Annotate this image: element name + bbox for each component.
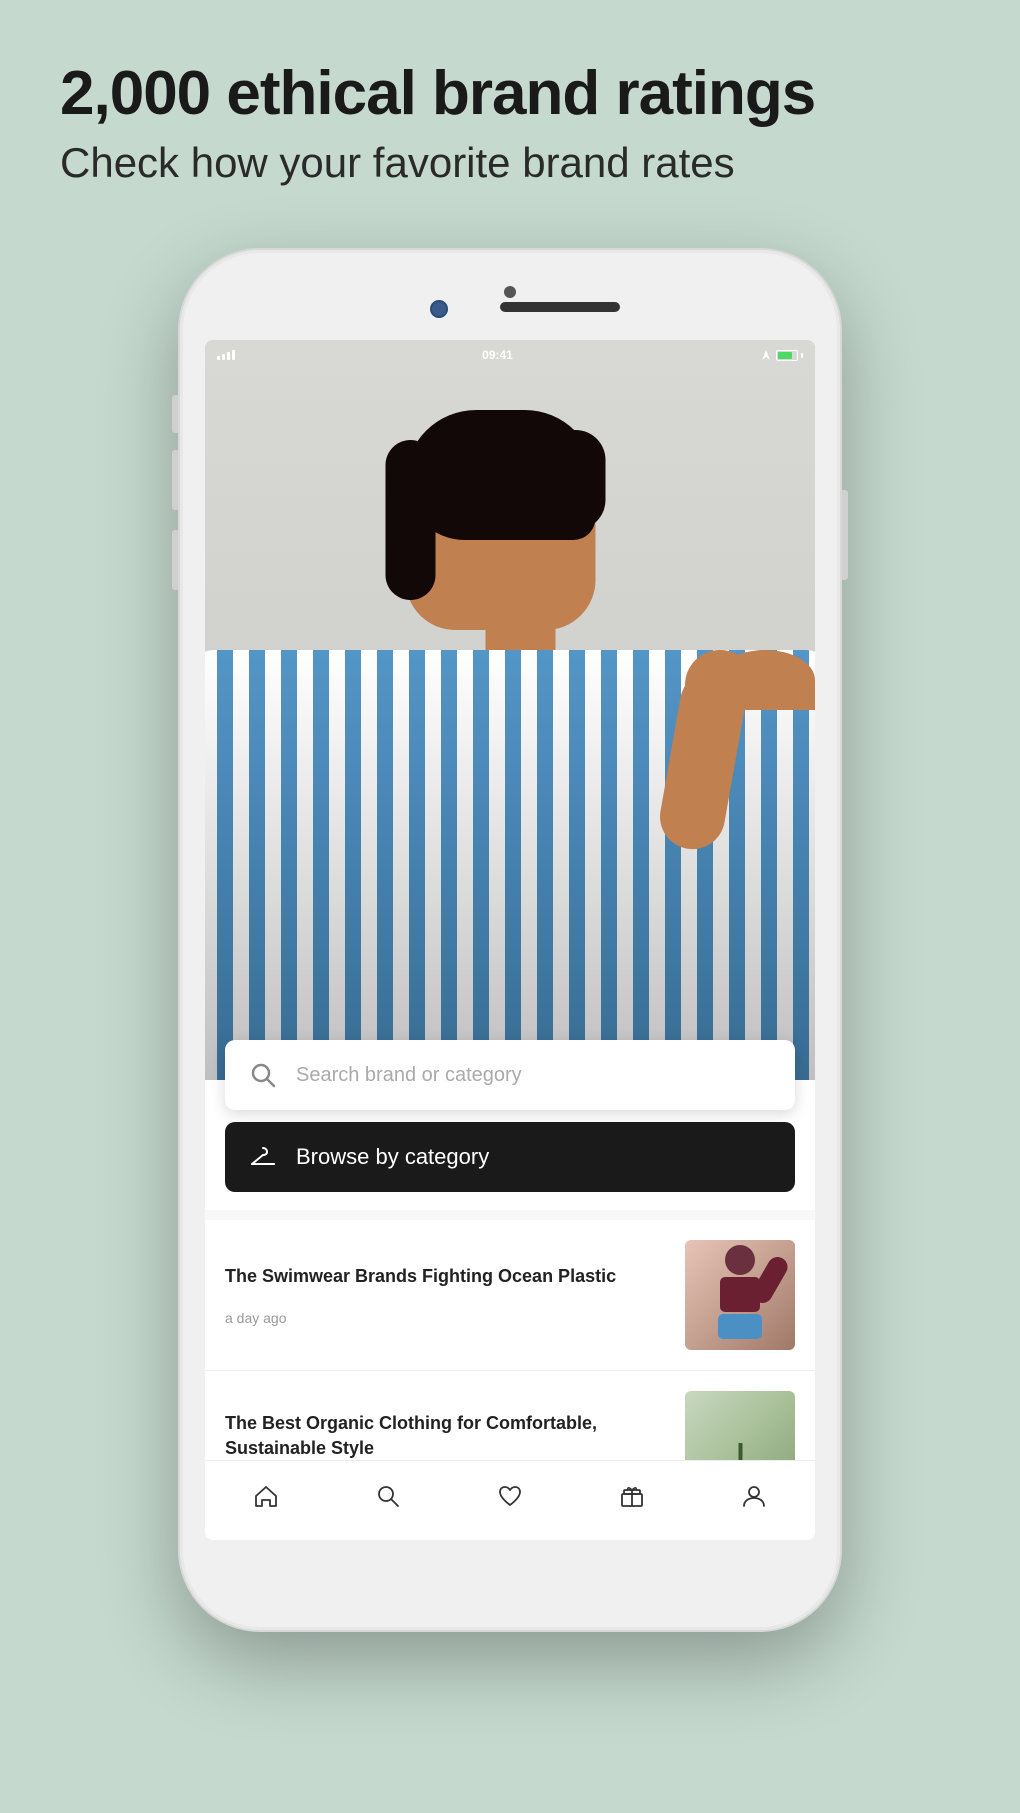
nav-home[interactable] [252, 1482, 280, 1510]
model-hand [685, 650, 755, 720]
profile-icon [740, 1482, 768, 1510]
model-head-area [406, 410, 596, 630]
bottom-navigation [205, 1460, 815, 1540]
article-time-1: a day ago [225, 1310, 670, 1326]
header-section: 2,000 ethical brand ratings Check how yo… [60, 60, 960, 189]
phone-screen: 09:41 [205, 340, 815, 1540]
volume-up-button [172, 450, 178, 510]
search-nav-icon [374, 1482, 402, 1510]
search-container[interactable]: Search brand or category [205, 1040, 815, 1110]
search-icon [245, 1057, 281, 1093]
hanger-svg [248, 1142, 278, 1172]
phone-mockup: 09:41 [180, 250, 840, 1630]
hanger-icon [245, 1139, 281, 1175]
phone-shell: 09:41 [180, 250, 840, 1630]
article-card-1[interactable]: The Swimwear Brands Fighting Ocean Plast… [205, 1220, 815, 1371]
power-button [842, 490, 848, 580]
volume-down-button [172, 530, 178, 590]
status-left [217, 350, 235, 360]
signal-bars [217, 350, 235, 360]
status-time: 09:41 [482, 348, 513, 362]
browse-button-container[interactable]: Browse by category [205, 1122, 815, 1192]
search-placeholder: Search brand or category [296, 1064, 522, 1087]
status-right [760, 349, 803, 361]
thumb-figure [710, 1245, 770, 1345]
article-title-2: The Best Organic Clothing for Comfortabl… [225, 1411, 670, 1461]
location-icon [760, 349, 772, 361]
nav-profile[interactable] [740, 1482, 768, 1510]
search-bar[interactable]: Search brand or category [225, 1040, 795, 1110]
mute-button [172, 395, 178, 433]
status-bar: 09:41 [205, 340, 815, 370]
article-title-1: The Swimwear Brands Fighting Ocean Plast… [225, 1264, 670, 1289]
signal-bar-3 [227, 352, 230, 360]
front-camera [430, 300, 448, 318]
battery-indicator [776, 350, 803, 361]
model-hair-left [386, 440, 436, 600]
content-area: The Swimwear Brands Fighting Ocean Plast… [205, 1210, 815, 1540]
browse-button[interactable]: Browse by category [225, 1122, 795, 1192]
article-text-1: The Swimwear Brands Fighting Ocean Plast… [225, 1264, 670, 1325]
header-title: 2,000 ethical brand ratings [60, 60, 960, 128]
thumbnail-swimwear [685, 1240, 795, 1350]
article-thumbnail-1 [685, 1240, 795, 1350]
hero-image [205, 340, 815, 1080]
camera-dot [504, 286, 516, 298]
signal-bar-2 [222, 354, 225, 360]
speaker [500, 302, 620, 312]
battery-body [776, 350, 798, 361]
gift-icon [618, 1482, 646, 1510]
search-svg [250, 1062, 276, 1088]
nav-heart[interactable] [496, 1482, 524, 1510]
nav-gift[interactable] [618, 1482, 646, 1510]
battery-fill [778, 352, 792, 359]
nav-search[interactable] [374, 1482, 402, 1510]
model-hair-right [546, 430, 606, 530]
thumb-bottom [718, 1314, 762, 1339]
signal-bar-4 [232, 350, 235, 360]
model-figure [205, 380, 815, 1080]
battery-tip [801, 353, 803, 358]
heart-icon [496, 1482, 524, 1510]
home-icon [252, 1482, 280, 1510]
thumb-head [725, 1245, 755, 1275]
signal-bar-1 [217, 356, 220, 360]
header-subtitle: Check how your favorite brand rates [60, 138, 960, 188]
browse-label: Browse by category [296, 1144, 489, 1170]
